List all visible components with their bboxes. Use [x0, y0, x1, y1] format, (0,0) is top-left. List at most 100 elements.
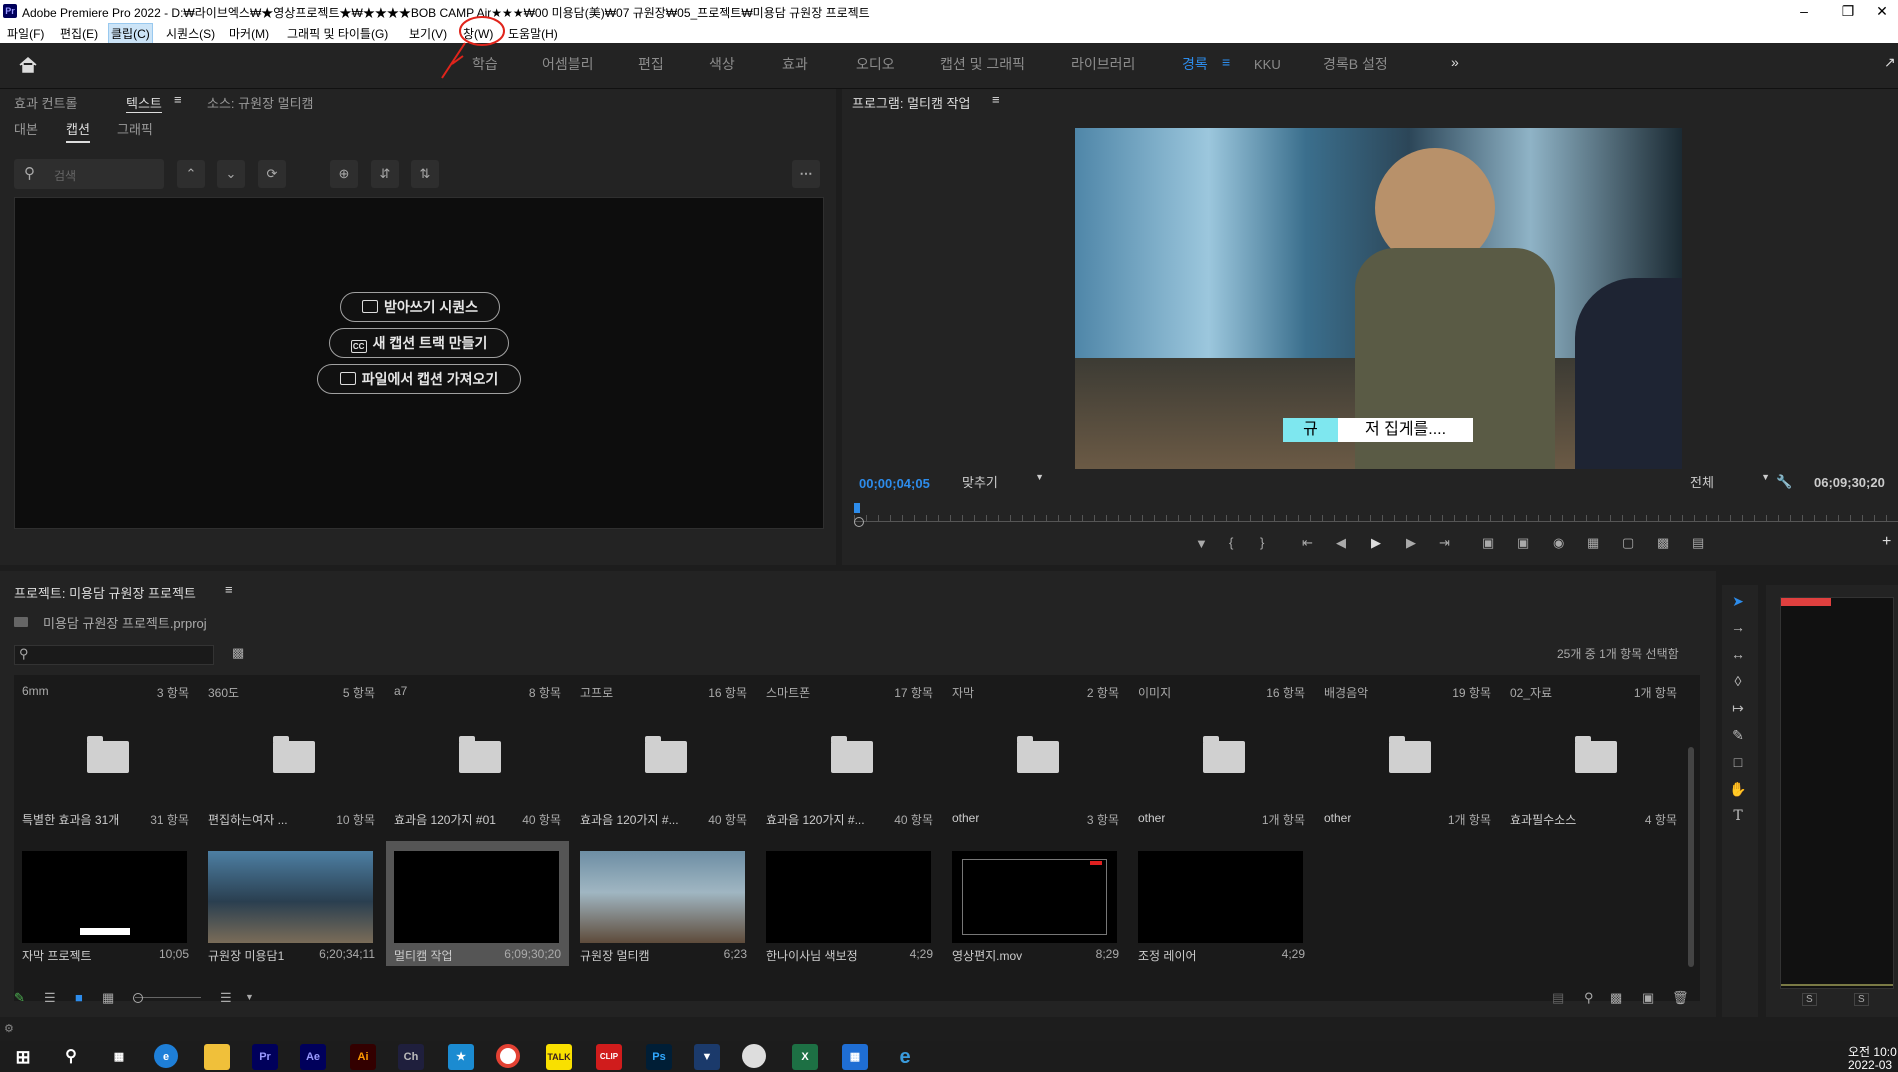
more-options-icon[interactable]: ⋯ — [792, 160, 820, 188]
bin-images[interactable]: 이미지 16 항목 other 1개 항목 — [1130, 675, 1313, 840]
tab-source[interactable]: 소스: 규원장 멀티캠 — [207, 93, 314, 112]
photoshop-taskbar-icon[interactable]: Ps — [646, 1044, 672, 1070]
chevron-down-icon[interactable]: ▼ — [245, 992, 254, 1002]
previous-caption-button[interactable]: ⌃ — [177, 160, 205, 188]
playhead[interactable] — [854, 503, 860, 513]
chrome-icon[interactable] — [496, 1044, 520, 1068]
import-captions-button[interactable]: 파일에서 캡션 가져오기 — [317, 364, 521, 394]
project-scrollbar[interactable] — [1688, 747, 1694, 967]
multicam-icon[interactable]: ▦ — [1587, 535, 1599, 551]
premiere-taskbar-icon[interactable]: Pr — [252, 1044, 278, 1070]
file-explorer-icon[interactable] — [204, 1044, 230, 1070]
quality-dropdown[interactable]: 전체 ▼ — [1690, 472, 1770, 490]
zoom-handle-left[interactable] — [854, 517, 864, 527]
home-icon[interactable] — [18, 55, 38, 75]
panel-menu-icon[interactable]: ≡ — [174, 92, 182, 107]
pencil-icon[interactable]: ✎ — [14, 990, 25, 1006]
zoom-slider-handle[interactable] — [133, 993, 143, 1003]
subtab-graphics[interactable]: 그래픽 — [117, 119, 153, 138]
search-icon[interactable]: ⚲ — [58, 1044, 84, 1070]
transcribe-sequence-button[interactable]: 받아쓰기 시퀀스 — [340, 292, 500, 322]
bin-materials[interactable]: 02_자료 1개 항목 효과필수소스 4 항목 — [1502, 675, 1685, 840]
mark-in-icon[interactable]: { — [1229, 535, 1233, 550]
workspace-color[interactable]: 색상 — [709, 54, 735, 74]
split-caption-icon[interactable]: ⇵ — [371, 160, 399, 188]
add-button-icon[interactable]: + — [1882, 533, 1891, 551]
go-to-out-icon[interactable]: ⇥ — [1439, 535, 1450, 551]
menu-marker[interactable]: 마커(M) — [226, 25, 272, 42]
workspace-audio[interactable]: 오디오 — [856, 54, 895, 74]
bin-6mm[interactable]: 6mm 3 항목 특별한 효과음 31개 31 항목 — [14, 675, 197, 840]
time-ruler[interactable] — [854, 507, 1898, 522]
comparison-view-icon[interactable]: ▩ — [1657, 535, 1669, 551]
clip-adjustment-layer[interactable]: 조정 레이어 4;29 — [1130, 841, 1313, 966]
menu-clip[interactable]: 클립(C) — [108, 23, 153, 44]
workspace-kyungrok-b[interactable]: 경록B 설정 — [1323, 54, 1388, 74]
kakaotalk-icon[interactable]: TALK — [546, 1044, 572, 1070]
subtab-transcript[interactable]: 대본 — [14, 119, 38, 138]
slip-tool-icon[interactable]: ↦ — [1727, 697, 1749, 719]
calendar-icon[interactable]: ▦ — [842, 1044, 868, 1070]
menu-sequence[interactable]: 시퀀스(S) — [163, 25, 218, 42]
tab-text[interactable]: 텍스트 — [126, 93, 162, 113]
mark-out-icon[interactable]: } — [1260, 535, 1264, 550]
bin-subtitles[interactable]: 자막 2 항목 other 3 항목 — [944, 675, 1127, 840]
safe-margins-icon[interactable]: ▢ — [1622, 535, 1634, 551]
step-back-icon[interactable]: ◀ — [1336, 535, 1346, 551]
track-select-tool-icon[interactable]: → — [1727, 616, 1749, 638]
project-search-input[interactable]: ⚲ — [14, 645, 214, 665]
taskbar-date[interactable]: 2022-03 — [1848, 1058, 1892, 1072]
new-bin-icon[interactable]: ▩ — [1610, 990, 1622, 1006]
next-caption-button[interactable]: ⌄ — [217, 160, 245, 188]
bin-a7[interactable]: a7 8 항목 효과음 120가지 #01 40 항목 — [386, 675, 569, 840]
clip-kyuwonjang-multicam[interactable]: 규원장 멀티캠 6;23 — [572, 841, 755, 966]
clip-subtitle-project[interactable]: 자막 프로젝트 10;05 — [14, 841, 197, 966]
clip-video-letter[interactable]: 영상편지.mov 8;29 — [944, 841, 1127, 966]
installer-icon[interactable]: ▼ — [694, 1044, 720, 1070]
play-button[interactable]: ▶ — [1371, 535, 1381, 551]
ripple-edit-tool-icon[interactable]: ↔ — [1727, 643, 1749, 665]
add-caption-icon[interactable]: ⊕ — [330, 160, 358, 188]
pen-tool-icon[interactable]: ✎ — [1727, 724, 1749, 746]
menu-graphics-titles[interactable]: 그래픽 및 타이틀(G) — [284, 25, 391, 42]
edge-browser-icon[interactable]: e — [154, 1044, 178, 1068]
zoom-slider[interactable] — [135, 997, 201, 998]
list-view-icon[interactable]: ☰ — [44, 990, 56, 1006]
internet-explorer-icon[interactable]: e — [892, 1044, 918, 1070]
solo-button-left[interactable]: S — [1802, 993, 1817, 1006]
menu-edit[interactable]: 편집(E) — [57, 25, 101, 42]
workspace-editing[interactable]: 편집 — [638, 54, 664, 74]
more-workspaces-icon[interactable]: » — [1451, 54, 1459, 70]
razor-tool-icon[interactable]: ◊ — [1727, 670, 1749, 692]
icon-view-icon[interactable]: ■ — [75, 990, 83, 1005]
vr-view-icon[interactable]: ▤ — [1692, 535, 1704, 551]
lift-icon[interactable]: ▣ — [1482, 535, 1494, 551]
clip-color-correction[interactable]: 한나이사님 색보정 4;29 — [758, 841, 941, 966]
after-effects-taskbar-icon[interactable]: Ae — [300, 1044, 326, 1070]
app-icon[interactable]: ★ — [448, 1044, 474, 1070]
workspace-libraries[interactable]: 라이브러리 — [1071, 54, 1135, 74]
trash-icon[interactable]: 🗑 — [1672, 990, 1689, 1006]
panel-menu-icon[interactable]: ≡ — [225, 582, 233, 597]
workspace-menu-icon[interactable]: ≡ — [1222, 54, 1230, 70]
maximize-button[interactable]: ❐ — [1828, 2, 1868, 20]
clip-studio-icon[interactable]: CLIP — [596, 1044, 622, 1070]
automate-to-sequence-icon[interactable]: ▤ — [1552, 990, 1564, 1006]
panel-menu-icon[interactable]: ≡ — [992, 92, 1000, 107]
task-view-icon[interactable]: ▦ — [106, 1044, 132, 1070]
character-animator-taskbar-icon[interactable]: Ch — [398, 1044, 424, 1070]
freeform-view-icon[interactable]: ▦ — [102, 990, 114, 1006]
workspace-kku[interactable]: KKU — [1254, 57, 1281, 72]
bin-gopro[interactable]: 고프로 16 항목 효과음 120가지 #... 40 항목 — [572, 675, 755, 840]
bin-smartphone[interactable]: 스마트폰 17 항목 효과음 120가지 #... 40 항목 — [758, 675, 941, 840]
new-item-icon[interactable]: ▣ — [1642, 990, 1654, 1006]
bin-bgm[interactable]: 배경음악 19 항목 other 1개 항목 — [1316, 675, 1499, 840]
tab-effect-controls[interactable]: 효과 컨트롤 — [14, 93, 77, 112]
fit-dropdown[interactable]: 맞추기 ▼ — [962, 472, 1044, 490]
share-icon[interactable]: ↗ — [1884, 54, 1896, 71]
workspace-effects[interactable]: 효과 — [782, 54, 808, 74]
selection-tool-icon[interactable]: ➤ — [1727, 590, 1749, 612]
workspace-captions-graphics[interactable]: 캡션 및 그래픽 — [940, 54, 1025, 74]
type-tool-icon[interactable]: T — [1727, 805, 1749, 827]
minimize-button[interactable]: – — [1784, 2, 1824, 20]
